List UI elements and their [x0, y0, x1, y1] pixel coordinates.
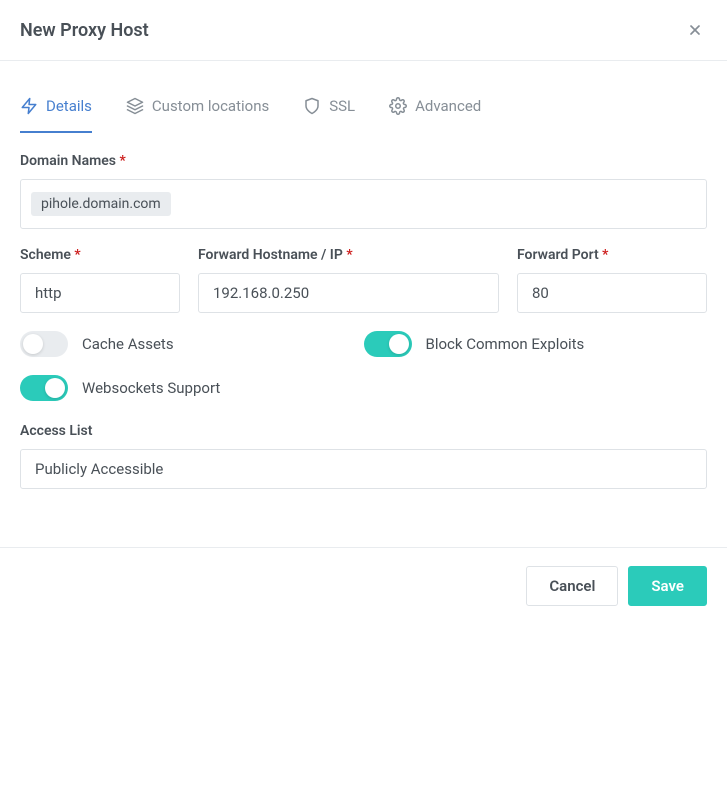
form-group-hostname: Forward Hostname / IP * — [198, 247, 499, 313]
domain-names-label: Domain Names * — [20, 153, 707, 169]
layers-icon — [126, 97, 144, 115]
tab-advanced[interactable]: Advanced — [389, 85, 481, 133]
header-divider — [0, 60, 727, 61]
modal-header: New Proxy Host — [0, 0, 727, 60]
port-label: Forward Port * — [517, 247, 707, 263]
zap-icon — [20, 97, 38, 115]
hostname-label: Forward Hostname / IP * — [198, 247, 499, 263]
domain-names-input[interactable]: pihole.domain.com — [20, 179, 707, 229]
block-exploits-label: Block Common Exploits — [426, 335, 585, 353]
cache-assets-label: Cache Assets — [82, 335, 174, 353]
required-asterisk: * — [119, 153, 125, 169]
toggle-row-1: Cache Assets Block Common Exploits — [20, 331, 707, 357]
tab-custom-locations-label: Custom locations — [152, 97, 269, 115]
toggle-group-websockets: Websockets Support — [20, 375, 707, 401]
block-exploits-toggle[interactable] — [364, 331, 412, 357]
close-button[interactable] — [683, 18, 707, 42]
required-asterisk: * — [74, 247, 80, 263]
close-icon — [687, 22, 703, 38]
port-label-text: Forward Port — [517, 247, 599, 263]
tab-ssl-label: SSL — [329, 97, 355, 115]
form-group-access-list: Access List — [20, 423, 707, 489]
scheme-label: Scheme * — [20, 247, 180, 263]
toggle-knob — [389, 334, 409, 354]
cache-assets-toggle[interactable] — [20, 331, 68, 357]
form-row-forward: Scheme * Forward Hostname / IP * Forward… — [20, 247, 707, 313]
scheme-label-text: Scheme — [20, 247, 71, 263]
form-group-scheme: Scheme * — [20, 247, 180, 313]
required-asterisk: * — [602, 247, 608, 263]
shield-icon — [303, 97, 321, 115]
access-list-select[interactable] — [20, 449, 707, 489]
modal-footer: Cancel Save — [0, 547, 727, 624]
port-input[interactable] — [517, 273, 707, 313]
cancel-button[interactable]: Cancel — [526, 566, 618, 606]
websockets-label: Websockets Support — [82, 379, 220, 397]
tab-details-label: Details — [46, 97, 92, 115]
form-group-port: Forward Port * — [517, 247, 707, 313]
tab-ssl[interactable]: SSL — [303, 85, 355, 133]
access-list-label: Access List — [20, 423, 707, 439]
toggle-group-block-exploits: Block Common Exploits — [364, 331, 708, 357]
toggle-knob — [45, 378, 65, 398]
toggle-group-cache: Cache Assets — [20, 331, 364, 357]
toggle-knob — [23, 334, 43, 354]
hostname-label-text: Forward Hostname / IP — [198, 247, 343, 263]
tab-advanced-label: Advanced — [415, 97, 481, 115]
domain-names-label-text: Domain Names — [20, 153, 116, 169]
tab-custom-locations[interactable]: Custom locations — [126, 85, 269, 133]
new-proxy-host-modal: New Proxy Host Details Custom locations — [0, 0, 727, 624]
save-button[interactable]: Save — [628, 566, 707, 606]
scheme-select[interactable] — [20, 273, 180, 313]
modal-title: New Proxy Host — [20, 20, 149, 41]
tabs: Details Custom locations SSL Advanced — [0, 85, 727, 133]
modal-body: Domain Names * pihole.domain.com Scheme … — [0, 133, 727, 527]
websockets-toggle[interactable] — [20, 375, 68, 401]
settings-icon — [389, 97, 407, 115]
toggle-row-2: Websockets Support — [20, 375, 707, 401]
required-asterisk: * — [346, 247, 352, 263]
form-group-domain-names: Domain Names * pihole.domain.com — [20, 153, 707, 229]
tab-details[interactable]: Details — [20, 85, 92, 133]
hostname-input[interactable] — [198, 273, 499, 313]
domain-tag[interactable]: pihole.domain.com — [31, 192, 171, 216]
